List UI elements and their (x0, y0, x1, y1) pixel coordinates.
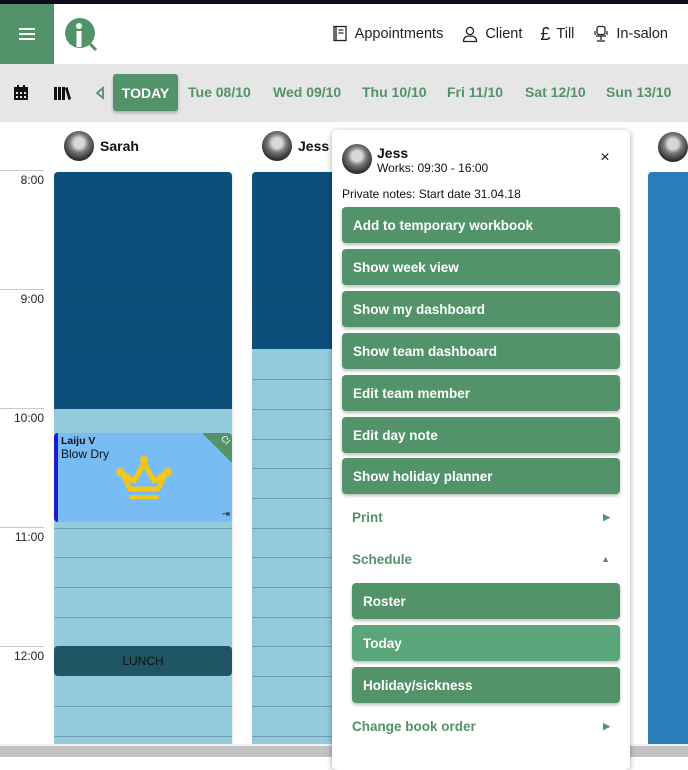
chevron-up-icon: ▲ (601, 554, 610, 564)
staff-header-jess[interactable]: Jess (262, 131, 329, 161)
time-label: 11:00 (14, 530, 44, 544)
time-label: 10:00 (13, 411, 44, 425)
day-link[interactable]: Thu 10/10 (362, 84, 427, 100)
appointment-client: Laiju V (61, 435, 96, 447)
slot-line (54, 231, 232, 232)
close-icon[interactable]: × (596, 149, 614, 167)
hour-line (0, 646, 44, 647)
crown-icon (116, 456, 172, 499)
person-icon (463, 26, 478, 43)
slot-line (54, 706, 232, 707)
appointment-book-icon (333, 25, 347, 42)
popup-working-hours: Works: 09:30 - 16:00 (377, 161, 489, 175)
day-link[interactable]: Tue 08/10 (188, 84, 251, 100)
holiday-sickness-button[interactable]: Holiday/sickness (352, 667, 620, 703)
books-icon[interactable] (53, 84, 71, 102)
staff-header-third[interactable] (658, 132, 688, 162)
nav-client-label: Client (485, 26, 523, 42)
day-link[interactable]: Sun 13/10 (606, 84, 671, 100)
main-nav: Appointments Client £ Till In-salon (331, 4, 668, 64)
today-button[interactable]: TODAY (113, 74, 178, 111)
edit-day-note-button[interactable]: Edit day note (342, 417, 620, 453)
print-section[interactable]: Print ▶ (352, 505, 620, 529)
pound-icon: £ (540, 23, 551, 44)
staff-header-sarah[interactable]: Sarah (64, 131, 139, 161)
slot-line (54, 528, 232, 529)
hamburger-icon (19, 28, 35, 40)
slot-line (54, 290, 232, 291)
appointment-card[interactable]: Laiju V Blow Dry CI ⇥ (54, 433, 232, 522)
lunch-block[interactable]: LUNCH (54, 646, 232, 676)
staff-context-menu: Jess Works: 09:30 - 16:00 × Private note… (332, 130, 630, 770)
menu-button[interactable] (0, 4, 54, 64)
slot-line (54, 261, 232, 262)
slot-line (54, 736, 232, 737)
slot-line (54, 350, 232, 351)
chevron-right-icon: ▶ (603, 511, 610, 522)
slot-line (54, 379, 232, 380)
nav-in-salon[interactable]: In-salon (592, 25, 668, 43)
app-header: Appointments Client £ Till In-salon (0, 4, 688, 64)
hour-line (0, 289, 44, 290)
nav-appointments[interactable]: Appointments (331, 25, 444, 43)
avatar (342, 144, 372, 174)
slot-line (54, 587, 232, 588)
nav-client[interactable]: Client (461, 25, 522, 43)
staff-name: Jess (298, 138, 330, 154)
third-staff-column[interactable] (648, 172, 688, 744)
previous-day-arrow-icon[interactable] (95, 86, 105, 100)
schedule-section[interactable]: Schedule ▲ (352, 547, 620, 571)
change-book-order-label: Change book order (352, 718, 476, 734)
appointment-service: Blow Dry (61, 447, 110, 461)
day-link[interactable]: Wed 09/10 (273, 84, 341, 100)
nav-till-label: Till (556, 26, 575, 42)
slot-line (54, 201, 232, 202)
show-team-dashboard-button[interactable]: Show team dashboard (342, 333, 620, 369)
chevron-right-icon: ▶ (603, 720, 610, 731)
avatar (658, 132, 688, 162)
nav-till[interactable]: £ Till (540, 24, 574, 45)
show-week-view-button[interactable]: Show week view (342, 249, 620, 285)
hour-line (0, 170, 44, 171)
time-label: 9:00 (20, 292, 44, 306)
print-label: Print (352, 509, 383, 525)
popup-staff-name: Jess (377, 145, 409, 161)
time-label: 8:00 (20, 173, 44, 187)
hour-line (0, 527, 44, 528)
edit-team-member-button[interactable]: Edit team member (342, 375, 620, 411)
add-to-temporary-workbook-button[interactable]: Add to temporary workbook (342, 207, 620, 243)
avatar (262, 131, 292, 161)
nav-appointments-label: Appointments (354, 26, 444, 42)
iq-logo (65, 18, 98, 52)
time-label: 12:00 (13, 649, 44, 663)
show-holiday-planner-button[interactable]: Show holiday planner (342, 458, 620, 494)
slot-line (54, 617, 232, 618)
nav-in-salon-label: In-salon (616, 26, 668, 42)
roster-button[interactable]: Roster (352, 583, 620, 619)
today-schedule-button[interactable]: Today (352, 625, 620, 661)
day-link[interactable]: Sat 12/10 (525, 84, 586, 100)
schedule-label: Schedule (352, 551, 413, 567)
slot-line (54, 320, 232, 321)
slot-line (54, 557, 232, 558)
day-link[interactable]: Fri 11/10 (447, 84, 503, 100)
calendar-icon[interactable] (12, 84, 30, 102)
check-in-icon: ⇥ (221, 509, 230, 520)
change-book-order-section[interactable]: Change book order ▶ (352, 714, 620, 738)
avatar (64, 131, 94, 161)
show-my-dashboard-button[interactable]: Show my dashboard (342, 291, 620, 327)
staff-name: Sarah (100, 138, 139, 154)
private-notes: Private notes: Start date 31.04.18 (342, 187, 521, 201)
date-bar: TODAY Tue 08/10 Wed 09/10 Thu 10/10 Fri … (0, 64, 688, 122)
salon-chair-icon (594, 25, 609, 42)
hour-line (0, 408, 44, 409)
